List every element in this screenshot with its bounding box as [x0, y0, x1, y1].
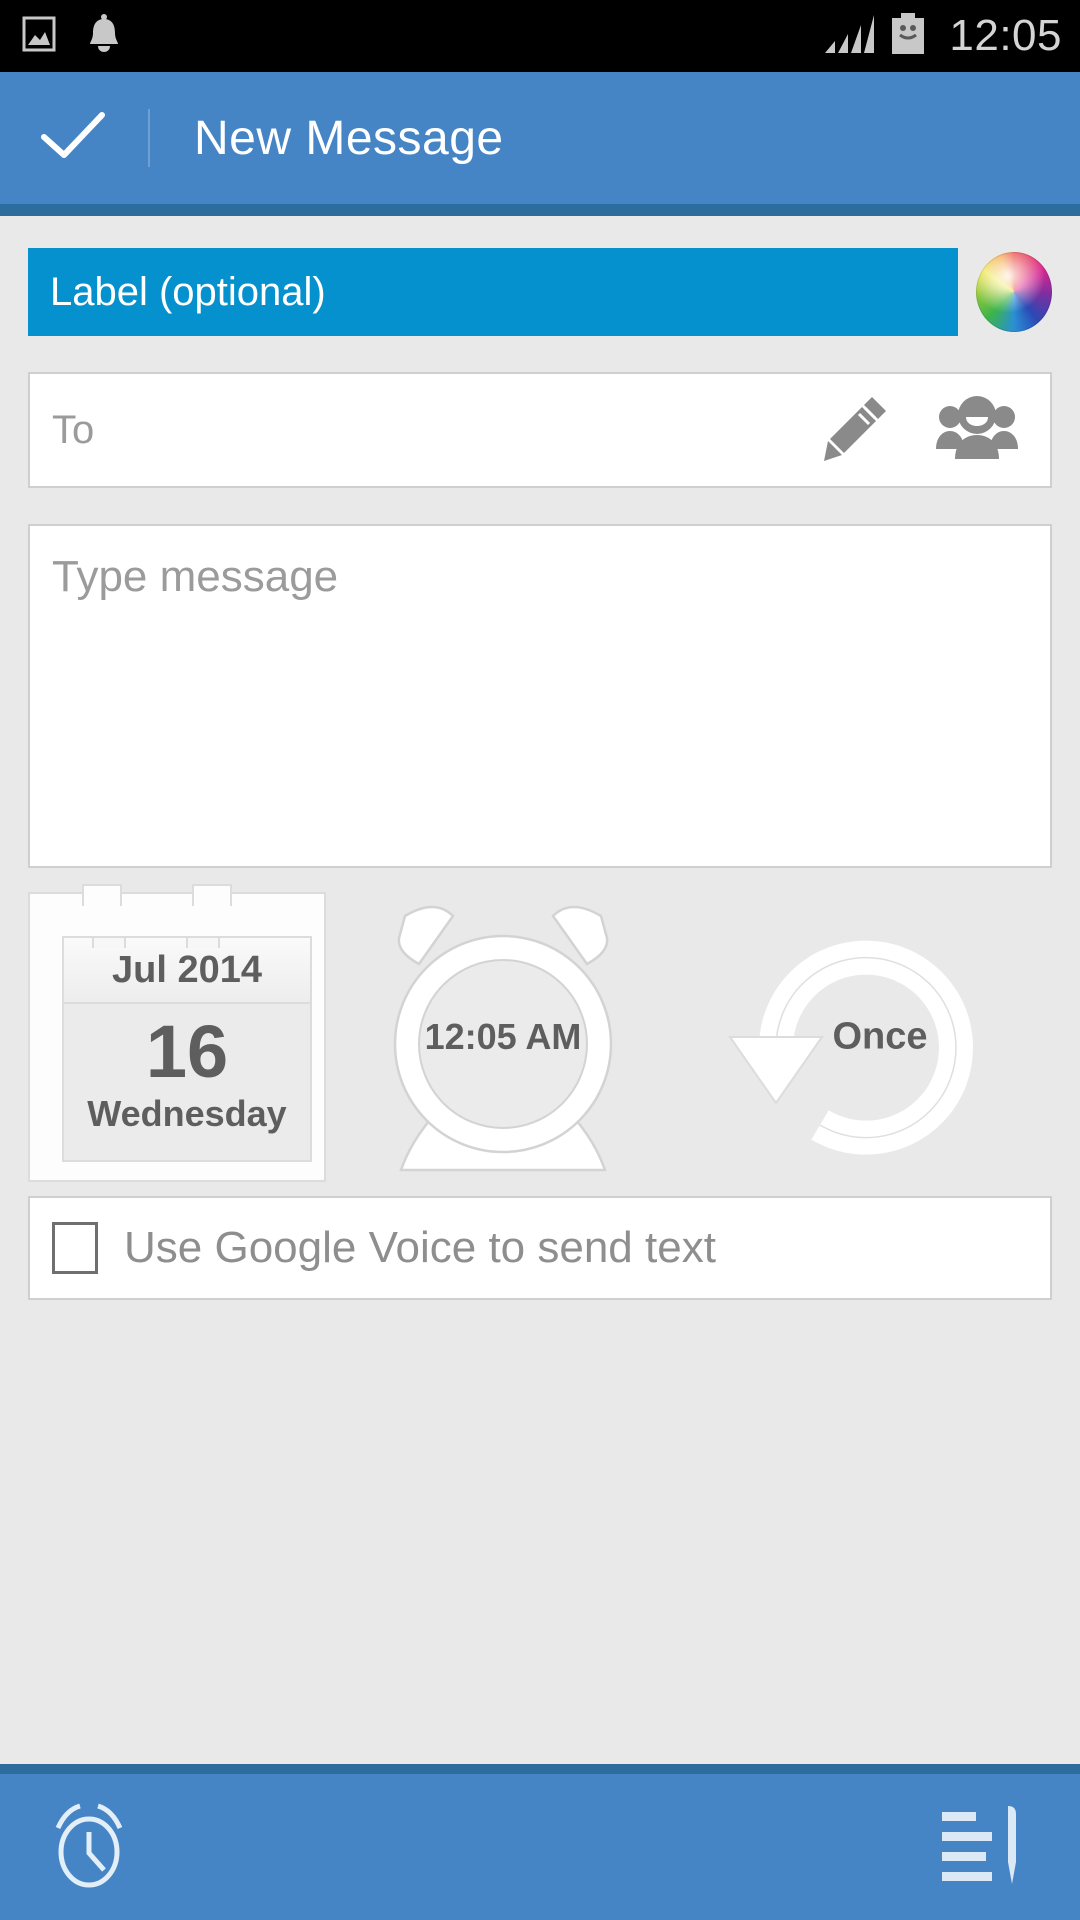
app-bar-divider	[148, 109, 150, 167]
label-row: Label (optional)	[28, 248, 1052, 336]
google-voice-checkbox[interactable]	[52, 1222, 98, 1274]
bottom-bar-wrap	[0, 1764, 1080, 1920]
calendar-inner: Jul 2014 16 Wednesday	[62, 936, 312, 1162]
app-bar: New Message	[0, 72, 1080, 204]
repeat-circular-arrow-icon[interactable]: Once	[720, 897, 1010, 1177]
alarm-clock-icon[interactable]: 12:05 AM	[353, 892, 653, 1182]
status-bar: 12:05	[0, 0, 1080, 72]
message-field[interactable]: Type message	[28, 524, 1052, 868]
bottom-bar	[0, 1774, 1080, 1920]
bottom-bar-rule	[0, 1764, 1080, 1774]
bell-icon	[86, 13, 122, 60]
time-widget[interactable]: 12:05 AM	[328, 892, 678, 1182]
repeat-value-text: Once	[832, 1015, 928, 1058]
calendar-day-of-week: Wednesday	[87, 1093, 287, 1134]
status-bar-clock: 12:05	[949, 11, 1062, 60]
repeat-widget[interactable]: Once	[678, 897, 1052, 1177]
status-bar-right-icons: 12:05	[823, 11, 1062, 61]
google-voice-label: Use Google Voice to send text	[124, 1223, 716, 1272]
alarm-clock-icon[interactable]	[48, 1800, 130, 1895]
color-wheel-icon[interactable]	[976, 252, 1052, 332]
battery-icon	[889, 12, 927, 61]
recipient-field-icons	[818, 391, 1028, 470]
google-voice-option-row[interactable]: Use Google Voice to send text	[28, 1196, 1052, 1300]
message-input-placeholder: Type message	[52, 552, 339, 601]
calendar-notch	[82, 884, 122, 906]
label-input-placeholder: Label (optional)	[50, 269, 326, 314]
app-bar-underline	[0, 204, 1080, 216]
recipient-input-placeholder: To	[52, 407, 95, 452]
compose-list-icon[interactable]	[936, 1800, 1028, 1895]
recipient-field[interactable]: To	[28, 372, 1052, 488]
image-icon	[22, 15, 56, 58]
main-content: Label (optional) To Type message Jul 201…	[0, 216, 1080, 1300]
schedule-widgets: Jul 2014 16 Wednesday 12:05 AM Once	[28, 884, 1052, 1182]
phone-screen: 12:05 New Message Label (optional) To Ty…	[0, 0, 1080, 1920]
alarm-time-text: 12:05 AM	[424, 1016, 582, 1057]
calendar-inner-notch	[92, 938, 126, 948]
contacts-group-icon[interactable]	[934, 391, 1020, 470]
calendar-notch	[192, 884, 232, 906]
label-input[interactable]: Label (optional)	[28, 248, 958, 336]
calendar-inner-notch	[186, 938, 220, 948]
signal-icon	[823, 13, 875, 60]
check-icon[interactable]	[40, 109, 106, 168]
pencil-icon[interactable]	[818, 391, 892, 470]
status-bar-left-icons	[22, 13, 122, 60]
date-widget[interactable]: Jul 2014 16 Wednesday	[28, 884, 328, 1182]
calendar-day-number: 16	[145, 1010, 229, 1093]
page-title: New Message	[194, 111, 504, 165]
calendar-icon[interactable]: Jul 2014 16 Wednesday	[28, 884, 326, 1182]
